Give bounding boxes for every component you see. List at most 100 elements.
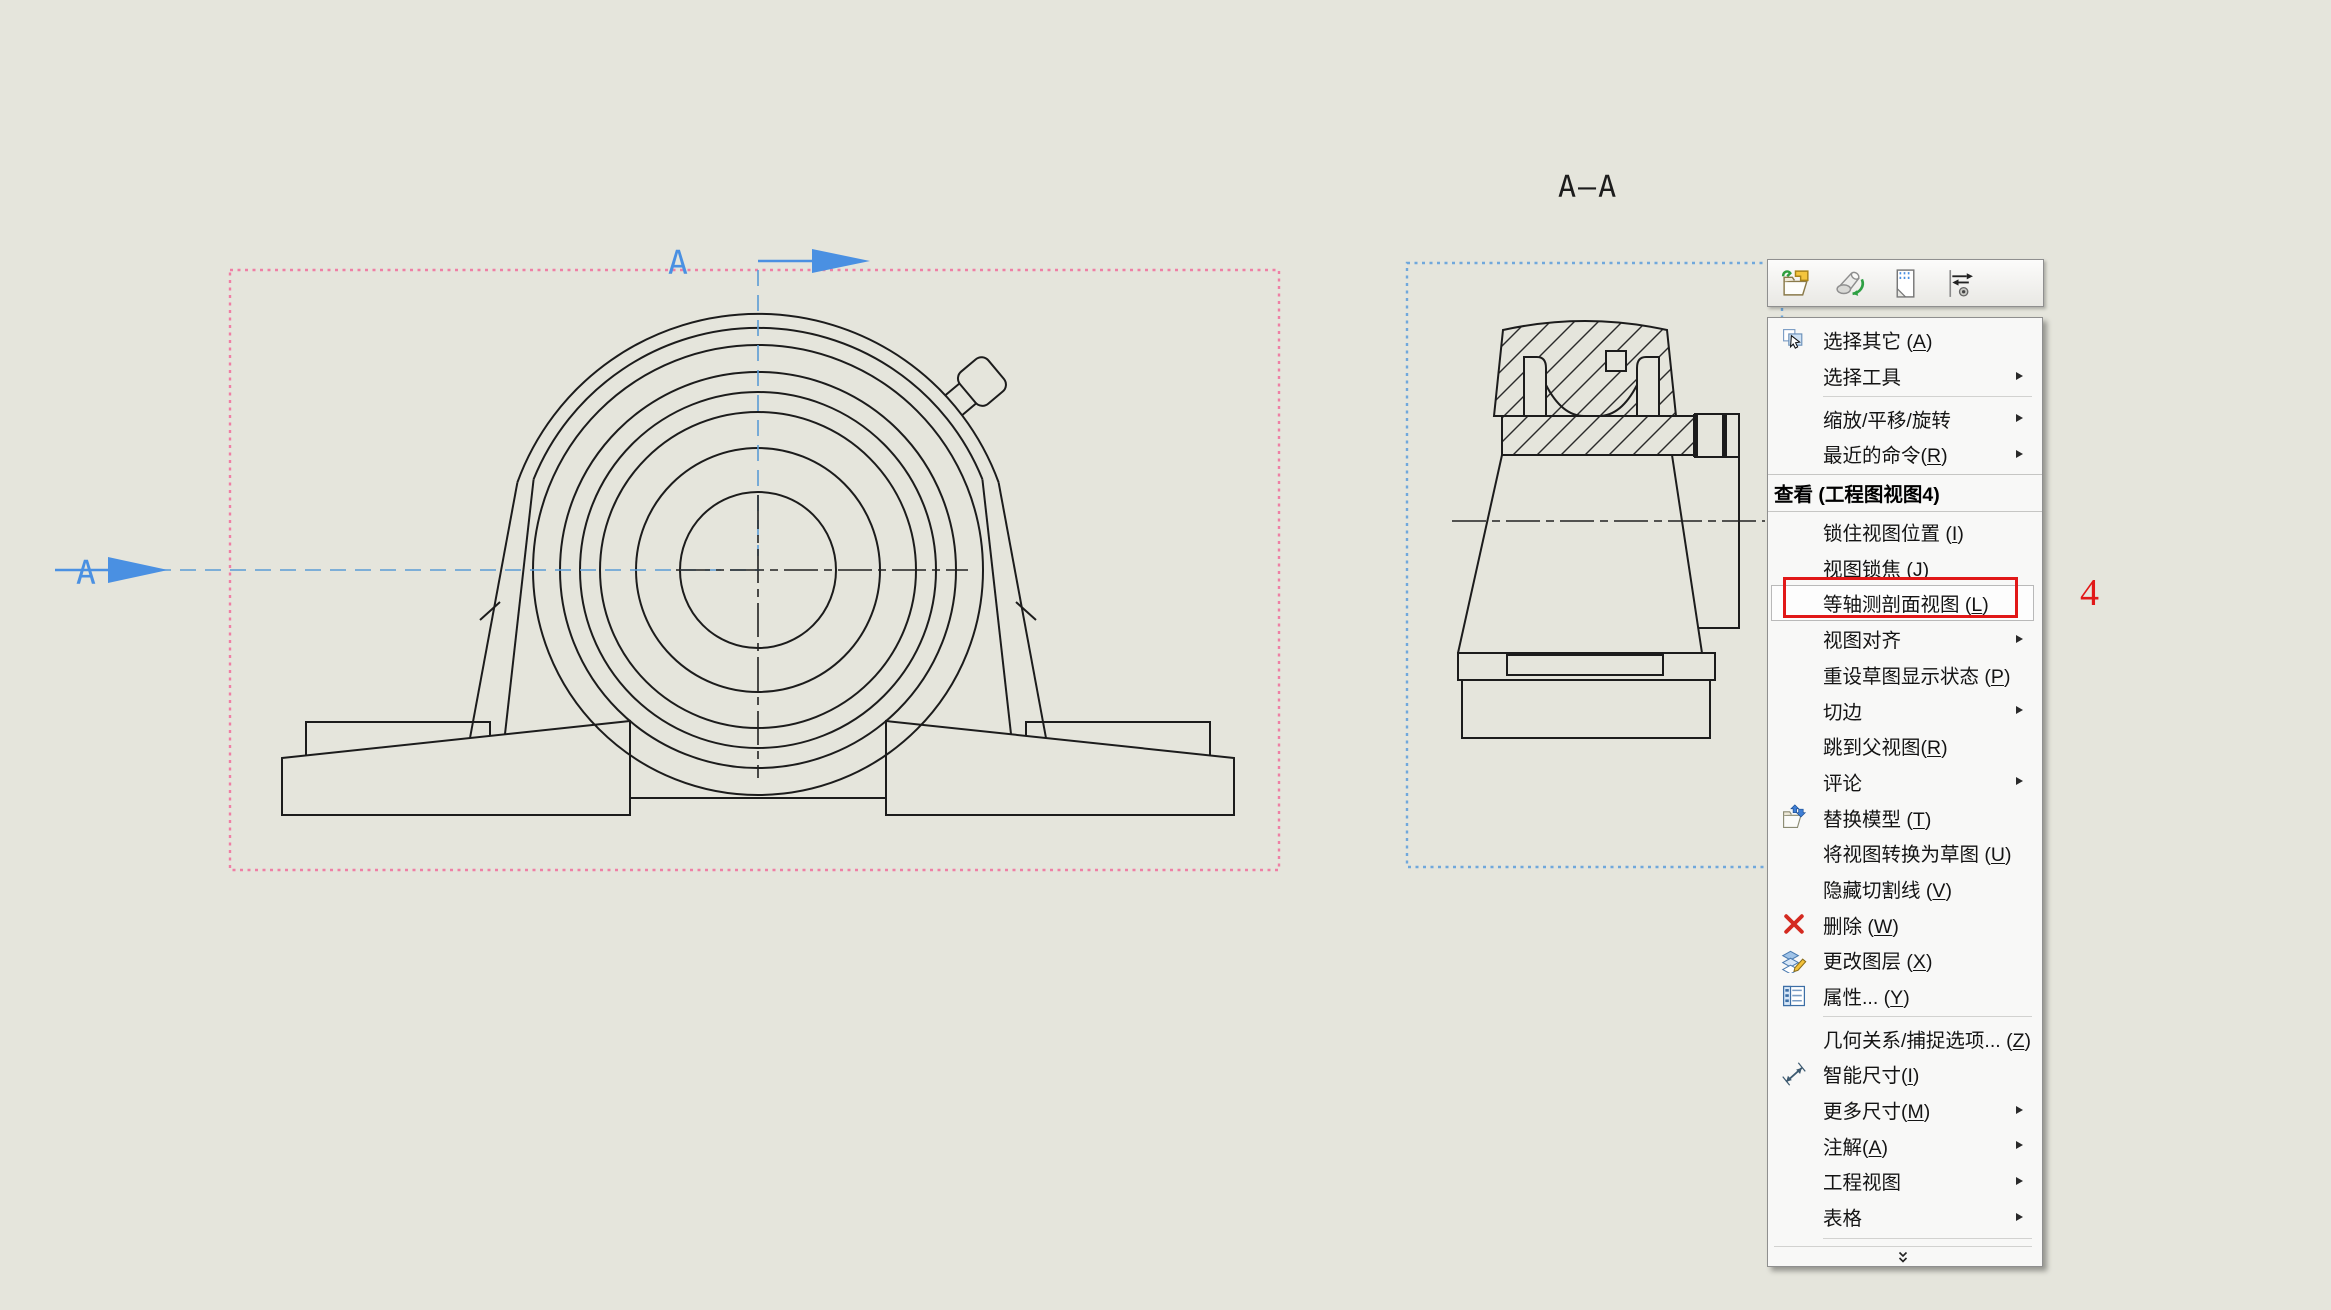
menu-item-label: 最近的命令(R): [1823, 439, 1948, 468]
front-view[interactable]: A A: [55, 243, 1279, 870]
submenu-arrow-icon: [2016, 777, 2023, 785]
menu-item-label: 智能尺寸(I): [1823, 1059, 1919, 1088]
menu-item[interactable]: 替换模型 (T): [1771, 799, 2034, 835]
menu-item-icon-slot: [1777, 1203, 1811, 1231]
menu-item[interactable]: 最近的命令(R): [1771, 436, 2034, 472]
menu-item[interactable]: 锁住视图位置 (I): [1771, 514, 2034, 550]
section-cut-arrow-left[interactable]: [55, 557, 168, 583]
menu-item-label: 缩放/平移/旋转: [1823, 404, 1951, 433]
submenu-arrow-icon: [2016, 372, 2023, 380]
submenu-arrow-icon: [2016, 1106, 2023, 1114]
menu-item[interactable]: 智能尺寸(I): [1771, 1056, 2034, 1092]
menu-item-label: 几何关系/捕捉选项... (Z): [1823, 1024, 2031, 1053]
menu-item[interactable]: 几何关系/捕捉选项... (Z): [1771, 1020, 2034, 1056]
menu-item[interactable]: 更改图层 (X): [1771, 942, 2034, 978]
menu-separator: [1771, 1235, 2034, 1242]
section-label-top: A: [668, 243, 688, 282]
menu-item[interactable]: 属性... (Y): [1771, 978, 2034, 1014]
sheet-format-icon[interactable]: [1884, 263, 1924, 303]
submenu-arrow-icon: [2016, 706, 2023, 714]
grease-fitting-icon: [941, 354, 1010, 422]
aa-view-label: A—A: [1558, 170, 1618, 205]
menu-item-label: 选择其它 (A): [1823, 325, 1932, 354]
context-toolbar: [1767, 259, 2044, 307]
menu-item[interactable]: 评论: [1771, 764, 2034, 800]
submenu-arrow-icon: [2016, 1141, 2023, 1149]
menu-item-icon-slot: [1777, 440, 1811, 468]
menu-item-label: 注解(A): [1823, 1131, 1888, 1160]
menu-item[interactable]: 重设草图显示状态 (P): [1771, 657, 2034, 693]
centerlines: [55, 270, 968, 778]
smart-dimension-icon: [1777, 1060, 1811, 1088]
menu-item[interactable]: 跳到父视图(R): [1771, 728, 2034, 764]
menu-item[interactable]: 将视图转换为草图 (U): [1771, 835, 2034, 871]
select-other-icon: [1777, 326, 1811, 354]
menu-item[interactable]: 缩放/平移/旋转: [1771, 400, 2034, 436]
menu-item[interactable]: 隐藏切割线 (V): [1771, 871, 2034, 907]
view-alignment-icon[interactable]: [1938, 263, 1978, 303]
menu-item-label: 重设草图显示状态 (P): [1823, 660, 2010, 689]
menu-item-label: 评论: [1823, 767, 1862, 796]
menu-section-header: 查看 (工程图视图4): [1768, 474, 2042, 512]
menu-item[interactable]: 切边: [1771, 692, 2034, 728]
update-view-icon[interactable]: [1830, 263, 1870, 303]
menu-item-label: 删除 (W): [1823, 910, 1899, 939]
menu-item-icon-slot: [1777, 1096, 1811, 1124]
submenu-arrow-icon: [2016, 450, 2023, 458]
menu-item[interactable]: 删除 (W): [1771, 906, 2034, 942]
menu-separator: [1771, 1013, 2034, 1020]
menu-item[interactable]: 选择工具: [1771, 358, 2034, 394]
submenu-arrow-icon: [2016, 1213, 2023, 1221]
menu-item[interactable]: 更多尺寸(M): [1771, 1092, 2034, 1128]
menu-item-icon-slot: [1777, 1167, 1811, 1195]
menu-item[interactable]: 选择其它 (A): [1771, 322, 2034, 358]
menu-separator: [1771, 393, 2034, 400]
drawing-area[interactable]: A A A—A: [0, 0, 2331, 1310]
menu-item[interactable]: 工程视图: [1771, 1163, 2034, 1199]
menu-item-icon-slot: [1777, 518, 1811, 546]
menu-item-label: 更改图层 (X): [1823, 945, 1932, 974]
menu-item[interactable]: 视图对齐: [1771, 621, 2034, 657]
menu-item-label: 更多尺寸(M): [1823, 1095, 1930, 1124]
menu-item-label: 属性... (Y): [1823, 981, 1910, 1010]
menu-item-icon-slot: [1777, 625, 1811, 653]
section-base: [1458, 653, 1715, 738]
section-body: [1458, 455, 1702, 653]
replace-model-icon: [1777, 803, 1811, 831]
properties-icon: [1777, 982, 1811, 1010]
menu-item-icon-slot: [1777, 767, 1811, 795]
menu-item-label: 工程视图: [1823, 1166, 1901, 1195]
menu-item-label: 隐藏切割线 (V): [1823, 874, 1952, 903]
open-part-icon[interactable]: [1776, 263, 1816, 303]
menu-item-icon-slot: [1777, 874, 1811, 902]
change-layer-icon: [1777, 946, 1811, 974]
menu-item-icon-slot: [1777, 732, 1811, 760]
menu-item-icon-slot: [1777, 660, 1811, 688]
menu-expander[interactable]: [1774, 1246, 2032, 1273]
chevron-double-down-icon: [1896, 1251, 1910, 1269]
menu-item-label: 锁住视图位置 (I): [1823, 517, 1964, 546]
menu-item[interactable]: 注解(A): [1771, 1127, 2034, 1163]
section-label-left: A: [76, 553, 96, 592]
menu-item[interactable]: 表格: [1771, 1199, 2034, 1235]
menu-item-icon-slot: [1777, 1024, 1811, 1052]
annotation-box: [1783, 577, 2018, 618]
submenu-arrow-icon: [2016, 1177, 2023, 1185]
menu-item-icon-slot: [1777, 404, 1811, 432]
menu-item-icon-slot: [1777, 1131, 1811, 1159]
menu-item-label: 表格: [1823, 1202, 1862, 1231]
menu-item-label: 跳到父视图(R): [1823, 731, 1948, 760]
menu-item-icon-slot: [1777, 839, 1811, 867]
submenu-arrow-icon: [2016, 414, 2023, 422]
menu-item-icon-slot: [1777, 362, 1811, 390]
menu-item-label: 切边: [1823, 696, 1862, 725]
submenu-arrow-icon: [2016, 635, 2023, 643]
menu-item-label: 替换模型 (T): [1823, 803, 1931, 832]
menu-item-icon-slot: [1777, 696, 1811, 724]
menu-item-label: 视图对齐: [1823, 624, 1901, 653]
section-view[interactable]: A—A: [1407, 170, 1782, 867]
delete-icon: [1777, 910, 1811, 938]
context-menu: 选择其它 (A) 选择工具缩放/平移/旋转最近的命令(R) 查看 (工程图视图4) 锁…: [1767, 317, 2043, 1267]
menu-item-label: 选择工具: [1823, 361, 1901, 390]
menu-item-label: 将视图转换为草图 (U): [1823, 838, 2012, 867]
